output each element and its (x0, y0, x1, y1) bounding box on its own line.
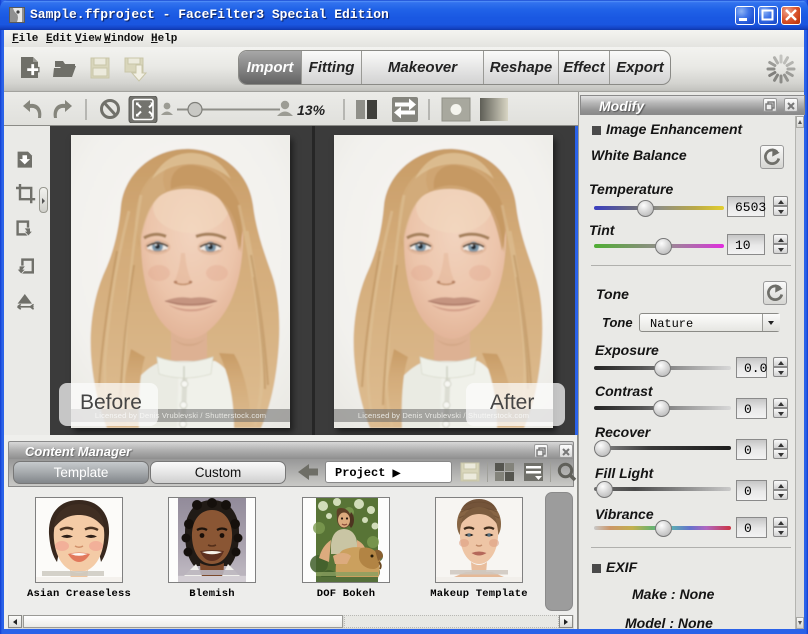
svg-text:13%: 13% (297, 102, 326, 118)
